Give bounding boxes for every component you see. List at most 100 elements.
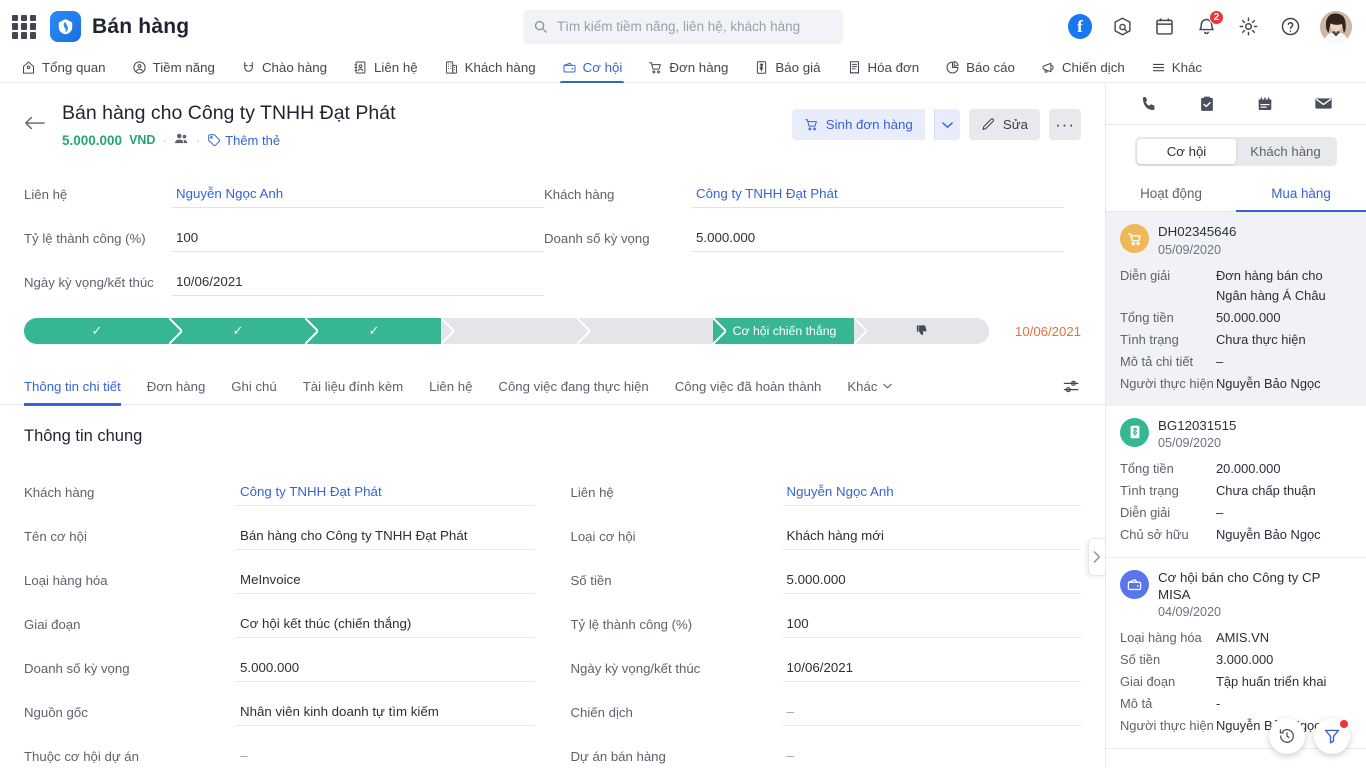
card-row: Mô tả -: [1120, 694, 1352, 714]
history-button[interactable]: [1269, 718, 1305, 754]
row-value: Nguyễn Bảo Ngọc: [1216, 527, 1321, 543]
list-item[interactable]: DH02345646 05/09/2020 Diễn giải Đơn hàng…: [1106, 212, 1366, 406]
gear-icon[interactable]: [1236, 15, 1260, 39]
avatar[interactable]: [1320, 10, 1352, 43]
calendar-icon[interactable]: [1152, 15, 1176, 39]
nav-item-bao-cao[interactable]: Báo cáo: [932, 60, 1028, 82]
nav-item-tiem-nang[interactable]: Tiềm năng: [119, 60, 228, 82]
phone-icon[interactable]: [1136, 91, 1162, 117]
facebook-icon[interactable]: f: [1068, 14, 1092, 39]
field-value-so-tien[interactable]: 5.000.000: [782, 572, 1081, 595]
tab-khac[interactable]: Khác: [834, 368, 905, 405]
detail-content: Thông tin chung Khách hàng Công ty TNHH …: [0, 405, 1105, 768]
tab-lien-he[interactable]: Liên hệ: [416, 368, 485, 405]
add-tag-button[interactable]: Thêm thẻ: [207, 133, 280, 148]
nav-item-hoa-don[interactable]: Hóa đơn: [834, 60, 933, 82]
row-key: Số tiền: [1120, 652, 1161, 668]
tabs-settings-button[interactable]: [1062, 377, 1081, 396]
package-search-icon[interactable]: [1110, 15, 1134, 39]
pipeline-stage-1[interactable]: ✓: [24, 318, 182, 345]
detail-row: Khách hàng Công ty TNHH Đạt Phát: [24, 462, 535, 507]
tab-cong-viec-da-hoan-thanh[interactable]: Công việc đã hoàn thành: [662, 368, 835, 405]
more-actions-button[interactable]: ···: [1049, 109, 1081, 140]
field-value-nguon-goc[interactable]: Nhân viên kinh doanh tự tìm kiếm: [236, 704, 535, 727]
panel-collapse-handle[interactable]: [1088, 538, 1105, 576]
field-value-loai-co-hoi[interactable]: Khách hàng mới: [782, 528, 1081, 551]
pipeline-stage-4[interactable]: [441, 318, 590, 345]
field-value-khach-hang[interactable]: Công ty TNHH Đạt Phát: [692, 186, 1064, 209]
field-value-lien-he[interactable]: Nguyễn Ngọc Anh: [782, 484, 1081, 507]
tab-cong-viec-dang-thuc-hien[interactable]: Công việc đang thực hiện: [485, 368, 661, 405]
mail-icon[interactable]: [1310, 91, 1336, 117]
back-button[interactable]: [24, 101, 54, 136]
record-header: Bán hàng cho Công ty TNHH Đạt Phát 5.000…: [0, 83, 1105, 148]
pipeline-stage-2[interactable]: ✓: [169, 318, 318, 345]
row-value: Đơn hàng bán cho Ngân hàng Á Châu: [1216, 267, 1326, 303]
help-icon[interactable]: [1278, 15, 1302, 39]
generate-order-button[interactable]: Sinh đơn hàng: [791, 109, 925, 140]
generate-order-dropdown[interactable]: [933, 109, 960, 140]
row-value: 3.000.000: [1216, 652, 1274, 668]
field-value-ngay-ky-vong-ket-thuc[interactable]: 10/06/2021: [782, 660, 1081, 683]
nav-label: Liên hệ: [374, 60, 418, 75]
nav-item-chien-dich[interactable]: Chiến dịch: [1028, 60, 1138, 82]
nav-item-tong-quan[interactable]: Tổng quan: [8, 60, 119, 82]
row-value: AMIS.VN: [1216, 630, 1270, 646]
bell-icon[interactable]: 2: [1194, 9, 1224, 39]
field-value-ten-co-hoi[interactable]: Bán hàng cho Công ty TNHH Đạt Phát: [236, 528, 535, 551]
nav-item-khach-hang[interactable]: Khách hàng: [431, 60, 549, 82]
form-row: Tỷ lệ thành công (%) 100: [24, 208, 544, 253]
global-search[interactable]: [523, 9, 843, 44]
field-value-giai-doan[interactable]: Cơ hội kết thúc (chiến thắng): [236, 616, 535, 639]
field-label: Doanh số kỳ vọng: [544, 231, 650, 247]
nav-item-don-hang[interactable]: Đơn hàng: [635, 60, 741, 82]
field-label: Khách hàng: [24, 485, 95, 501]
field-label: Khách hàng: [544, 187, 615, 203]
tab-label: Công việc đã hoàn thành: [674, 378, 822, 394]
field-value-chien-dich[interactable]: –: [782, 704, 1081, 727]
card-row: Tình trạng Chưa thực hiện: [1120, 330, 1352, 350]
nav-item-co-hoi[interactable]: Cơ hội: [549, 60, 636, 83]
filter-button[interactable]: [1314, 718, 1350, 754]
field-value-ty-le-thanh-cong[interactable]: 100: [782, 616, 1081, 639]
team-icon[interactable]: [174, 132, 189, 148]
field-value-lien-he[interactable]: Nguyễn Ngọc Anh: [172, 186, 544, 209]
field-label: Thuộc cơ hội dự án: [24, 749, 139, 765]
field-value-khach-hang[interactable]: Công ty TNHH Đạt Phát: [236, 484, 535, 507]
row-key: Loại hàng hóa: [1120, 630, 1202, 646]
pipeline-stage-win[interactable]: Cơ hội chiến thắng: [714, 318, 867, 345]
edit-button[interactable]: Sửa: [968, 109, 1040, 140]
nav-item-bao-gia[interactable]: Báo giá: [741, 60, 833, 82]
calendar-event-icon[interactable]: [1252, 91, 1278, 117]
pipeline-stage-3[interactable]: ✓: [305, 318, 454, 345]
tab-thong-tin-chi-tiet[interactable]: Thông tin chi tiết: [24, 368, 134, 406]
field-value-ty-le[interactable]: 100: [172, 230, 544, 253]
tab-tai-lieu-dinh-kem[interactable]: Tài liệu đính kèm: [290, 368, 416, 405]
row-key: Diễn giải: [1120, 505, 1171, 521]
field-value-thuoc-co-hoi-du-an[interactable]: –: [236, 748, 535, 768]
field-value-du-an-ban-hang[interactable]: –: [783, 748, 1082, 768]
tab-don-hang[interactable]: Đơn hàng: [134, 368, 219, 405]
field-value-ngay-ky-vong[interactable]: 10/06/2021: [172, 274, 544, 297]
purchase-list[interactable]: DH02345646 05/09/2020 Diễn giải Đơn hàng…: [1106, 212, 1366, 768]
search-input[interactable]: [557, 19, 833, 34]
field-label: Ngày kỳ vọng/kết thúc: [24, 275, 154, 291]
clipboard-check-icon[interactable]: [1194, 91, 1220, 117]
nav-item-chao-hang[interactable]: Chào hàng: [228, 60, 340, 82]
tab-ghi-chu[interactable]: Ghi chú: [218, 368, 289, 405]
segment-co-hoi[interactable]: Cơ hội: [1137, 139, 1236, 164]
pipeline-stage-5[interactable]: [577, 318, 727, 345]
field-value-doanh-so-ky-vong[interactable]: 5.000.000: [236, 660, 535, 683]
cart-icon: [649, 62, 662, 74]
nav-item-lien-he[interactable]: Liên hệ: [340, 60, 431, 82]
nav-item-khac[interactable]: Khác: [1138, 60, 1215, 82]
apps-grid-icon[interactable]: [12, 14, 36, 39]
field-value-doanh-so[interactable]: 5.000.000: [692, 230, 1064, 253]
pipeline-stage-lost[interactable]: [854, 318, 989, 345]
field-value-loai-hang-hoa[interactable]: MeInvoice: [236, 572, 535, 595]
panel-tab-mua-hang[interactable]: Mua hàng: [1236, 177, 1366, 212]
panel-tab-hoat-dong[interactable]: Hoạt động: [1106, 177, 1236, 211]
list-item[interactable]: BG12031515 05/09/2020 Tổng tiền 20.000.0…: [1106, 405, 1366, 559]
segment-khach-hang[interactable]: Khách hàng: [1236, 139, 1335, 164]
field-label: Ngày kỳ vọng/kết thúc: [570, 661, 701, 677]
